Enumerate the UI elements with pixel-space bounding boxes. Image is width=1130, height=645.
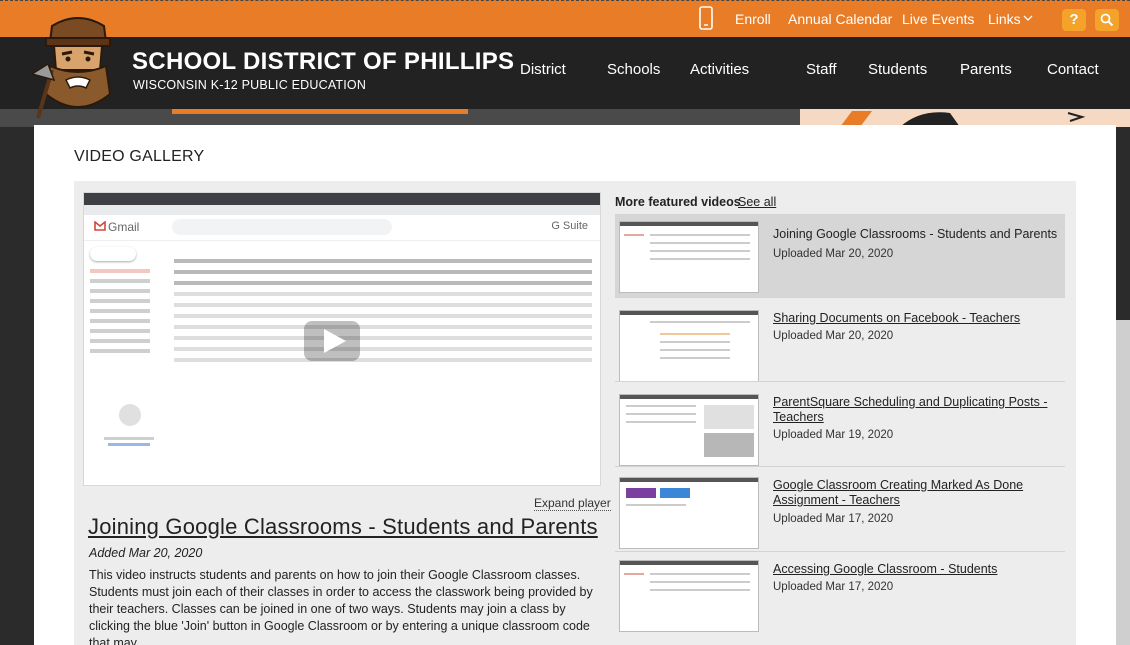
screenshot-browser-chrome [84, 193, 600, 205]
video-thumbnail[interactable] [619, 221, 759, 293]
video-thumbnail[interactable] [619, 394, 759, 466]
video-thumbnail[interactable] [619, 560, 759, 632]
screenshot-mail-row [174, 270, 592, 274]
screenshot-chat-link [108, 443, 150, 446]
hero-accent [172, 109, 468, 114]
main-content: VIDEO GALLERY Gmail G Suite Expand playe… [34, 125, 1116, 645]
site-subtitle: WISCONSIN K-12 PUBLIC EDUCATION [133, 78, 367, 92]
search-button[interactable] [1095, 9, 1119, 31]
featured-video-title[interactable]: Sharing Documents on Facebook - Teachers [773, 311, 1020, 326]
featured-video-item[interactable]: Sharing Documents on Facebook - Teachers… [615, 297, 1065, 382]
utility-bar: Enroll Annual Calendar Live Events Links… [0, 0, 1130, 37]
screenshot-gmail-logo: Gmail [108, 220, 140, 234]
gmail-icon [94, 221, 106, 231]
video-thumbnail[interactable] [619, 310, 759, 382]
chevron-down-icon [1023, 15, 1033, 21]
phone-icon [699, 6, 713, 30]
screenshot-sidebar-item [90, 339, 150, 343]
screenshot-sidebar-item [90, 329, 150, 333]
screenshot-sidebar-item [90, 289, 150, 293]
video-gallery: Gmail G Suite Expand player Joining Goog… [74, 181, 1076, 645]
featured-video-item[interactable]: Joining Google Classrooms - Students and… [615, 214, 1065, 297]
featured-heading: More featured videos [615, 195, 741, 209]
search-icon [1100, 13, 1114, 27]
play-icon[interactable] [304, 321, 360, 361]
featured-video-item[interactable]: Google Classroom Creating Marked As Done… [615, 466, 1065, 551]
screenshot-search-bar [172, 219, 392, 235]
screenshot-mail-row [174, 292, 592, 296]
expand-player-link[interactable]: Expand player [534, 496, 611, 511]
screenshot-mail-row [174, 314, 592, 318]
featured-video-title[interactable]: ParentSquare Scheduling and Duplicating … [773, 395, 1063, 425]
screenshot-compose-button [90, 247, 136, 261]
screenshot-mail-row [174, 358, 592, 362]
enroll-link[interactable]: Enroll [735, 11, 771, 27]
current-video-title[interactable]: Joining Google Classrooms - Students and… [88, 514, 598, 540]
screenshot-mail-row [174, 303, 592, 307]
screenshot-sidebar-item [90, 269, 150, 273]
side-image [1116, 320, 1130, 645]
site-title[interactable]: SCHOOL DISTRICT OF PHILLIPS [132, 48, 514, 76]
nav-activities[interactable]: Activities [690, 61, 749, 78]
nav-staff[interactable]: Staff [806, 61, 837, 78]
featured-video-title[interactable]: Accessing Google Classroom - Students [773, 562, 997, 577]
nav-contact[interactable]: Contact [1047, 61, 1099, 78]
featured-video-date: Uploaded Mar 17, 2020 [773, 581, 894, 593]
screenshot-mail-row [174, 281, 592, 285]
screenshot-browser-tabs [84, 205, 600, 215]
featured-video-date: Uploaded Mar 17, 2020 [773, 513, 894, 525]
help-button[interactable]: ? [1062, 9, 1086, 31]
gallery-heading: VIDEO GALLERY [74, 148, 205, 165]
screenshot-mail-row [174, 336, 592, 340]
links-dropdown[interactable]: Links [988, 11, 1021, 27]
nav-district[interactable]: District [520, 61, 566, 78]
chat-icon [119, 404, 141, 426]
screenshot-chat-text [104, 437, 154, 440]
featured-video-date: Uploaded Mar 20, 2020 [773, 330, 894, 342]
screenshot-mail-row [174, 347, 592, 351]
current-video-date: Added Mar 20, 2020 [89, 546, 203, 560]
nav-students[interactable]: Students [868, 61, 927, 78]
featured-video-title[interactable]: Google Classroom Creating Marked As Done… [773, 478, 1063, 508]
video-player[interactable]: Gmail G Suite [83, 192, 601, 486]
nav-schools[interactable]: Schools [607, 61, 660, 78]
featured-video-date: Uploaded Mar 19, 2020 [773, 429, 894, 441]
video-thumbnail[interactable] [619, 477, 759, 549]
screenshot-sidebar-item [90, 319, 150, 323]
annual-calendar-link[interactable]: Annual Calendar [788, 11, 892, 27]
current-video-description: This video instructs students and parent… [89, 568, 593, 645]
screenshot-mail-row [174, 259, 592, 263]
featured-video-item[interactable]: Accessing Google Classroom - Students Up… [615, 551, 1065, 641]
screenshot-sidebar-item [90, 299, 150, 303]
screenshot-sidebar-item [90, 309, 150, 313]
live-events-link[interactable]: Live Events [902, 11, 974, 27]
featured-video-date: Uploaded Mar 20, 2020 [773, 248, 894, 260]
nav-parents[interactable]: Parents [960, 61, 1012, 78]
featured-video-item[interactable]: ParentSquare Scheduling and Duplicating … [615, 381, 1065, 466]
screenshot-mail-row [174, 325, 592, 329]
lumberjack-logo[interactable] [30, 8, 126, 126]
featured-video-title[interactable]: Joining Google Classrooms - Students and… [773, 227, 1057, 242]
see-all-link[interactable]: See all [738, 195, 776, 209]
screenshot-sidebar-item [90, 349, 150, 353]
screenshot-sidebar-item [90, 279, 150, 283]
screenshot-gsuite-label: G Suite [551, 220, 588, 232]
